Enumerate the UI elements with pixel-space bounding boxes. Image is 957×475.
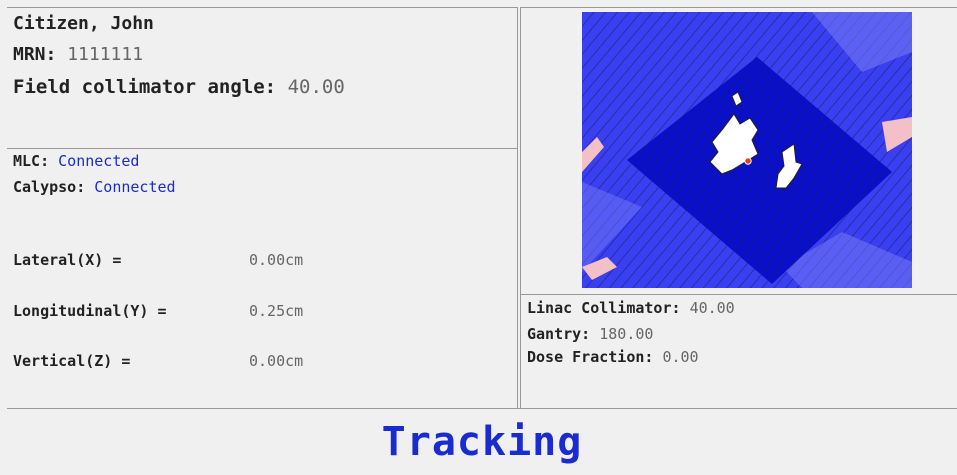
calypso-status-value: Connected [94, 178, 176, 196]
longitudinal-value: 0.25cm [249, 302, 304, 320]
calypso-label: Calypso: [13, 178, 86, 196]
dose-fraction-label: Dose Fraction: [527, 348, 654, 366]
mrn-label: MRN: [13, 44, 57, 65]
vertical-label: Vertical(Z) = [13, 352, 131, 370]
tracking-status-text: Tracking [381, 419, 583, 465]
dose-fraction-row: Dose Fraction: 0.00 [527, 348, 699, 366]
lateral-value: 0.00cm [249, 251, 304, 269]
mlc-status-value: Connected [58, 152, 140, 170]
linac-collimator-value: 40.00 [689, 299, 735, 317]
patient-name: Citizen, John [13, 13, 154, 34]
lateral-label: Lateral(X) = [13, 251, 122, 269]
gantry-value: 180.00 [599, 325, 654, 343]
dose-fraction-value: 0.00 [662, 348, 699, 366]
tracking-marker [744, 157, 752, 165]
collimator-angle-label: Field collimator angle: [13, 76, 277, 98]
linac-collimator-row: Linac Collimator: 40.00 [527, 299, 735, 317]
collimator-angle-row: Field collimator angle: 40.00 [13, 76, 345, 98]
vertical-value: 0.00cm [249, 352, 304, 370]
mrn-value: 1111111 [67, 44, 144, 65]
linac-info-panel: Linac Collimator: 40.00 Gantry: 180.00 D… [520, 294, 957, 408]
mlc-status-row: MLC: Connected [13, 152, 139, 170]
gantry-label: Gantry: [527, 325, 591, 343]
mlc-label: MLC: [13, 152, 50, 170]
lateral-row: Lateral(X) = 0.00cm [13, 251, 303, 269]
longitudinal-label: Longitudinal(Y) = [13, 302, 167, 320]
field-image-panel [520, 7, 957, 294]
linac-collimator-label: Linac Collimator: [527, 299, 681, 317]
patient-info-panel: Citizen, John MRN: 1111111 Field collima… [7, 7, 518, 148]
vertical-row: Vertical(Z) = 0.00cm [13, 352, 303, 370]
connection-status-panel: MLC: Connected Calypso: Connected Latera… [7, 148, 518, 408]
longitudinal-row: Longitudinal(Y) = 0.25cm [13, 302, 303, 320]
mrn-row: MRN: 1111111 [13, 44, 143, 65]
collimator-angle-value: 40.00 [287, 76, 345, 98]
gantry-row: Gantry: 180.00 [527, 325, 653, 343]
calypso-status-row: Calypso: Connected [13, 178, 176, 196]
tracking-status-bar: Tracking [7, 408, 957, 475]
mlc-field-image [582, 12, 912, 288]
